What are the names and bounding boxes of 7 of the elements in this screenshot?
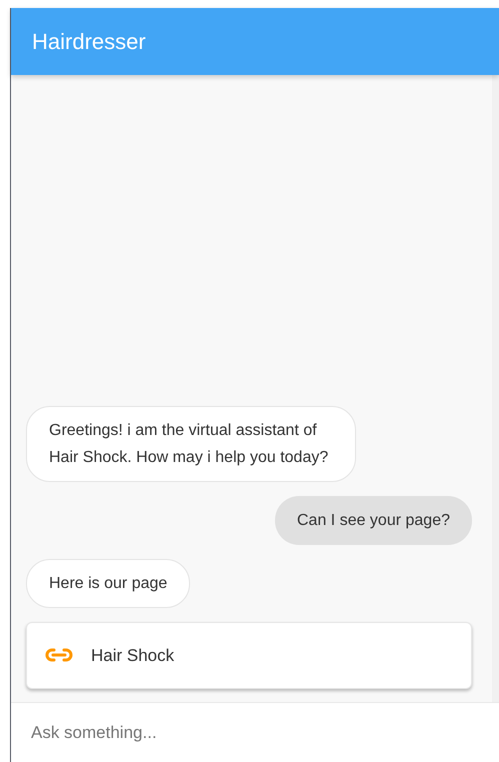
header-title: Hairdresser bbox=[32, 28, 146, 56]
bot-message: Here is our page bbox=[26, 558, 190, 608]
user-message: Can I see your page? bbox=[275, 496, 472, 544]
link-title: Hair Shock bbox=[91, 644, 174, 666]
bot-message: Greetings! i am the virtual assistant of Hair Shock. How may i help you today? bbox=[26, 406, 356, 482]
link-card[interactable]: Hair Shock bbox=[26, 622, 472, 689]
link-icon bbox=[45, 648, 73, 662]
